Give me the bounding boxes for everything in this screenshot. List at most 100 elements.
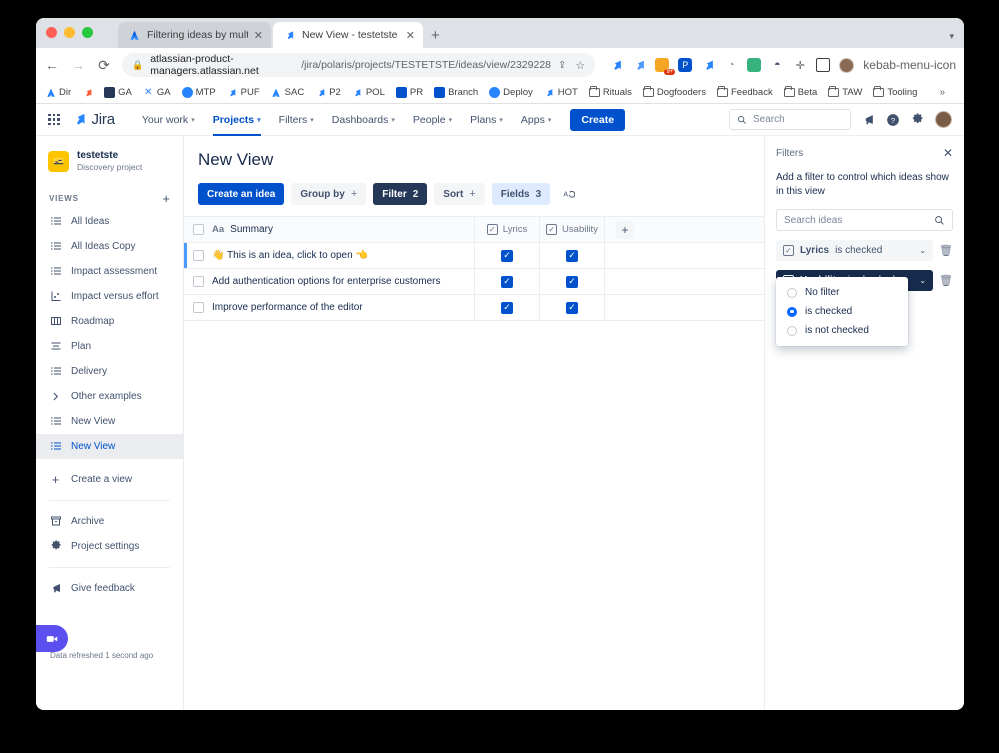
browser-tab-1[interactable]: Filtering ideas by multiple labe ✕ <box>118 22 271 48</box>
column-header-usability[interactable]: ✓ Usability <box>539 217 604 242</box>
bookmark-pol[interactable]: POL <box>352 87 385 98</box>
nav-plans[interactable]: Plans ▾ <box>461 104 512 136</box>
radio-icon[interactable] <box>787 325 797 336</box>
column-header-summary[interactable]: Aa Summary <box>212 224 474 235</box>
sidebar-item-delivery[interactable]: Delivery <box>36 359 183 384</box>
row-usability-cell[interactable]: ✓ <box>539 243 604 268</box>
sort-button[interactable]: Sort + <box>434 183 485 205</box>
bookmark-folder-beta[interactable]: Beta <box>783 86 817 98</box>
create-button[interactable]: Create <box>570 108 626 131</box>
browser-profile-avatar[interactable] <box>839 57 855 73</box>
grid-apps-icon[interactable] <box>48 113 60 126</box>
sidebar-item-impact-versus-effort[interactable]: Impact versus effort <box>36 284 183 309</box>
sidebar-item-all-ideas[interactable]: All Ideas <box>36 209 183 234</box>
create-a-view-button[interactable]: + Create a view <box>36 467 183 492</box>
ink-ext-icon[interactable]: ◓ <box>770 58 784 72</box>
search-ideas-input[interactable]: Search ideas <box>776 209 953 231</box>
jira-logo[interactable]: Jira <box>72 111 115 128</box>
checked-checkbox-icon[interactable]: ✓ <box>501 275 513 288</box>
checked-checkbox-icon[interactable]: ✓ <box>566 301 578 314</box>
kebab-menu-icon[interactable]: kebab-menu-icon <box>863 58 956 72</box>
chevron-down-icon[interactable]: ⌄ <box>919 246 926 255</box>
window-traffic-lights[interactable] <box>46 27 93 38</box>
add-column-icon[interactable]: + <box>616 220 634 239</box>
radio-selected-icon[interactable] <box>787 306 797 317</box>
sidebar-item-new-view-1[interactable]: New View <box>36 409 183 434</box>
tab-search-chevron-down-icon[interactable]: ▾ <box>949 31 954 42</box>
star-icon[interactable]: ☆ <box>575 59 585 72</box>
row-lyrics-cell[interactable]: ✓ <box>474 295 539 320</box>
filter-chip-lyrics[interactable]: ✓ Lyrics is checked ⌄ <box>776 240 934 261</box>
bookmarks-overflow-icon[interactable]: » <box>939 87 945 98</box>
nav-your-work[interactable]: Your work ▾ <box>133 104 204 136</box>
row-summary[interactable]: Add authentication options for enterpris… <box>212 276 474 287</box>
nav-people[interactable]: People ▾ <box>404 104 461 136</box>
puzzle-ext-icon[interactable]: ✛ <box>793 58 807 72</box>
browser-tab-2-close-icon[interactable]: ✕ <box>406 29 415 42</box>
row-usability-cell[interactable]: ✓ <box>539 295 604 320</box>
bookmark-deploy[interactable]: Deploy <box>489 87 533 98</box>
megaphone-icon[interactable] <box>862 113 875 126</box>
nav-apps[interactable]: Apps ▾ <box>512 104 560 136</box>
gear-icon[interactable] <box>911 113 924 126</box>
dropdown-option-no-filter[interactable]: No filter <box>776 283 908 302</box>
bookmark-mtp[interactable]: MTP <box>181 87 216 98</box>
jira-ext-icon-2[interactable] <box>632 58 646 72</box>
search-icon[interactable] <box>934 215 945 226</box>
address-bar[interactable]: 🔒 atlassian-product-managers.atlassian.n… <box>122 53 596 77</box>
checked-checkbox-icon[interactable]: ✓ <box>501 249 513 262</box>
add-column-cell[interactable]: + <box>604 217 764 242</box>
browser-tab-1-close-icon[interactable]: ✕ <box>254 29 263 42</box>
sidebar-item-give-feedback[interactable]: Give feedback <box>36 576 183 601</box>
trash-icon[interactable]: 🗑 <box>939 244 953 257</box>
bookmark-sac[interactable]: SAC <box>271 87 304 98</box>
sidebar-item-archive[interactable]: Archive <box>36 509 183 534</box>
bookmark-p2[interactable]: P2 <box>315 87 341 98</box>
row-checkbox[interactable] <box>184 250 212 261</box>
nav-dashboards[interactable]: Dashboards ▾ <box>323 104 404 136</box>
dropdown-option-is-checked[interactable]: is checked <box>776 302 908 321</box>
filter-button[interactable]: Filter 2 <box>373 183 428 205</box>
text-size-icon[interactable]: A <box>557 183 579 205</box>
global-search-box[interactable]: Search <box>729 109 851 130</box>
row-summary[interactable]: 👋 This is an idea, click to open 👈 <box>212 250 474 261</box>
sidebar-item-all-ideas-copy[interactable]: All Ideas Copy <box>36 234 183 259</box>
bookmark-ga-2[interactable]: ✕ GA <box>143 87 170 98</box>
clock-ext-icon[interactable]: ◔ <box>724 58 738 72</box>
project-header[interactable]: testetste Discovery project <box>36 144 183 184</box>
column-header-lyrics[interactable]: ✓ Lyrics <box>474 217 539 242</box>
bookmark-branch[interactable]: Branch <box>434 87 478 98</box>
video-camera-icon[interactable] <box>36 625 68 652</box>
bookmark-pr[interactable]: PR <box>395 87 423 98</box>
bookmark-ga-1[interactable]: GA <box>104 87 132 98</box>
bookmark-folder-rituals[interactable]: Rituals <box>588 86 632 98</box>
bookmark-puf[interactable]: PUF <box>227 87 260 98</box>
bookmark-folder-feedback[interactable]: Feedback <box>716 86 773 98</box>
row-summary[interactable]: Improve performance of the editor <box>212 302 474 313</box>
dropdown-option-is-not-checked[interactable]: is not checked <box>776 321 908 340</box>
share-icon[interactable]: ⇪ <box>558 60 566 71</box>
checked-checkbox-icon[interactable]: ✓ <box>566 275 578 288</box>
maximize-window-button[interactable] <box>82 27 93 38</box>
nav-filters[interactable]: Filters ▾ <box>270 104 323 136</box>
reload-button-icon[interactable]: ⟳ <box>96 57 112 74</box>
sidebar-item-new-view-2[interactable]: New View <box>36 433 183 459</box>
nav-projects[interactable]: Projects ▾ <box>204 104 270 136</box>
bookmark-hot[interactable]: HOT <box>544 87 578 98</box>
back-button-icon[interactable]: ← <box>44 57 60 73</box>
checked-checkbox-icon[interactable]: ✓ <box>501 301 513 314</box>
sidebar-item-project-settings[interactable]: Project settings <box>36 534 183 559</box>
user-avatar[interactable] <box>935 111 952 128</box>
badge-ext-icon[interactable]: 9+ <box>655 58 676 75</box>
checked-checkbox-icon[interactable]: ✓ <box>566 249 578 262</box>
bookmark-folder-tooling[interactable]: Tooling <box>873 86 917 98</box>
row-checkbox[interactable] <box>184 302 212 313</box>
jpd-ext-icon[interactable] <box>701 58 715 72</box>
table-row[interactable]: Add authentication options for enterpris… <box>184 269 764 295</box>
table-row[interactable]: Improve performance of the editor ✓ ✓ <box>184 295 764 321</box>
jira-ext-icon[interactable] <box>609 58 623 72</box>
bookmark-folder-taw[interactable]: TAW <box>828 86 862 98</box>
bitbucket-ext-icon[interactable]: P <box>678 58 693 72</box>
trash-icon[interactable]: 🗑 <box>939 274 953 287</box>
minimize-window-button[interactable] <box>64 27 75 38</box>
